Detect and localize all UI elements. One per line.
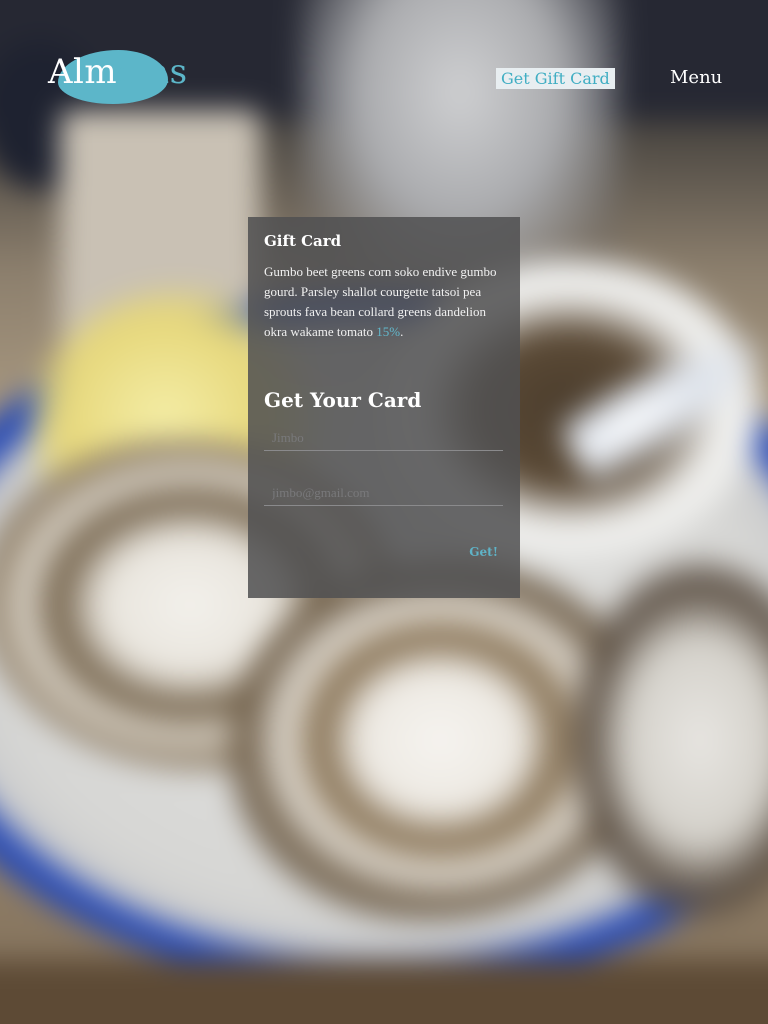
email-input[interactable]: [264, 485, 503, 506]
panel-description: Gumbo beet greens corn soko endive gumbo…: [264, 262, 504, 342]
discount-highlight: 15%: [376, 324, 401, 339]
page: Almejas Get Gift Card Menu Gift Card Gum…: [0, 0, 768, 1024]
form-title: Get Your Card: [264, 388, 422, 412]
logo-text-part: jas: [137, 52, 188, 92]
logo-text-part: Alm: [48, 52, 118, 92]
logo-text-accent: e: [117, 52, 138, 92]
bg-table-edge: [0, 960, 768, 1024]
logo-link[interactable]: Almejas: [46, 46, 188, 108]
panel-description-end: .: [400, 324, 404, 339]
get-button[interactable]: Get!: [469, 545, 498, 559]
menu-link[interactable]: Menu: [670, 67, 722, 89]
gift-card-panel: Gift Card Gumbo beet greens corn soko en…: [248, 217, 520, 598]
name-input[interactable]: [264, 430, 503, 451]
logo-text: Almejas: [48, 52, 188, 92]
get-gift-card-link[interactable]: Get Gift Card: [496, 68, 615, 89]
panel-title: Gift Card: [264, 232, 342, 250]
